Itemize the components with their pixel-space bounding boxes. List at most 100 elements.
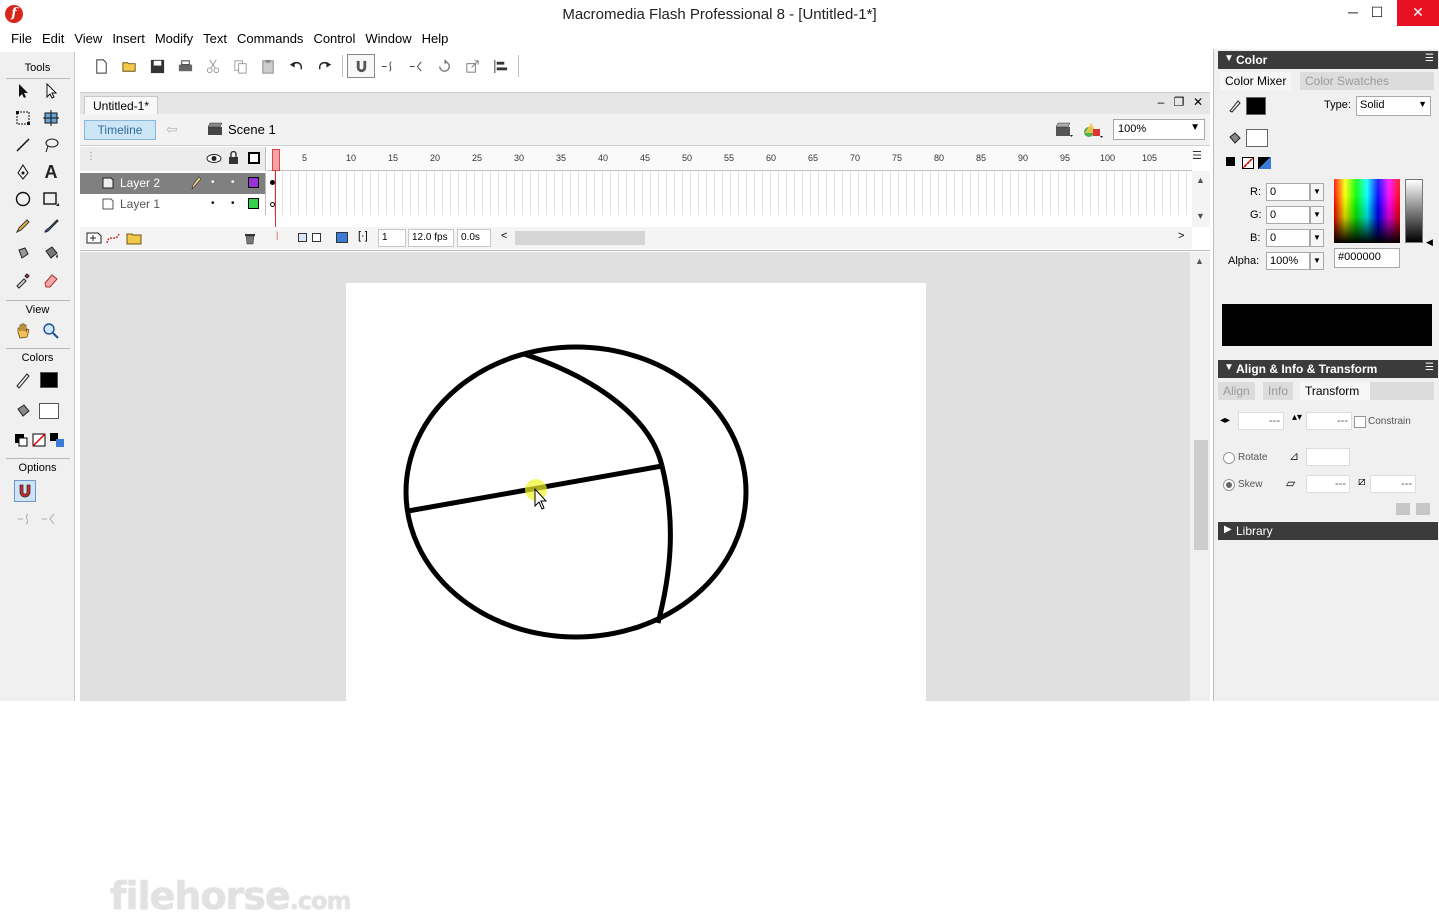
brightness-slider[interactable] [1405,179,1423,243]
stroke-color-swatch[interactable] [38,369,60,391]
frame-ruler[interactable]: 5 10 15 20 25 30 35 40 45 50 55 60 65 70… [267,147,1192,171]
color-panel-header[interactable]: ▼ Color ☰ [1218,51,1438,69]
ink-bottle-tool-icon[interactable] [12,242,34,264]
library-panel-header[interactable]: ▶ Library [1218,522,1438,540]
tab-info[interactable]: Info [1263,382,1294,400]
swap-colors-icon[interactable] [1258,157,1271,169]
menu-insert[interactable]: Insert [107,29,150,49]
red-input[interactable]: 0 [1266,183,1310,201]
print-icon[interactable] [171,54,199,78]
expand-triangle-icon[interactable]: ▶ [1224,524,1232,535]
stage-canvas[interactable] [346,283,926,701]
document-close-button[interactable]: ✕ [1189,95,1207,113]
selection-tool-icon[interactable] [12,80,34,102]
rectangle-tool-icon[interactable] [40,188,62,210]
curve-stroke[interactable] [655,465,673,624]
constrain-checkbox[interactable] [1354,416,1366,428]
layer-row-layer-2[interactable]: Layer 2 • • [80,173,266,194]
fill-type-select[interactable]: Solid ▼ [1356,96,1431,116]
menu-view[interactable]: View [69,29,107,49]
eraser-tool-icon[interactable] [40,269,62,291]
width-scale-input[interactable]: --- [1238,412,1284,430]
green-input[interactable]: 0 [1266,206,1310,224]
add-motion-guide-icon[interactable] [105,231,121,245]
onion-skin-icons[interactable] [298,231,328,245]
lock-all-icon[interactable] [228,151,239,165]
maximize-window-button[interactable]: ☐ [1357,0,1397,26]
skew-vertical-input[interactable]: --- [1370,475,1416,493]
visibility-dot[interactable]: • [211,177,215,188]
hand-tool-icon[interactable] [12,320,34,342]
brightness-arrow-icon[interactable]: ◀ [1426,237,1433,248]
chevron-down-icon[interactable]: ▼ [1310,206,1324,224]
layer-row-layer-1[interactable]: Layer 1 • • [80,194,266,215]
no-color-icon[interactable] [1242,157,1254,169]
snap-to-objects-icon[interactable] [347,54,375,78]
outline-all-icon[interactable] [248,152,260,164]
playhead[interactable] [272,149,280,171]
chevron-down-icon[interactable]: ▼ [1190,122,1200,133]
redo-icon[interactable] [310,54,338,78]
timeline-menu-icon[interactable]: ☰ [1192,149,1202,162]
edit-multiple-frames-icon[interactable] [336,232,348,243]
rotate-skew-icon[interactable] [431,54,459,78]
menu-control[interactable]: Control [308,29,360,49]
panel-options-icon[interactable]: ☰ [1425,362,1434,373]
chevron-down-icon[interactable]: ▼ [1310,229,1324,247]
layer-outline-color-box[interactable] [248,198,259,209]
frame-rate-field[interactable]: 12.0 fps [408,229,454,247]
panel-options-icon[interactable]: ☰ [1425,53,1434,64]
snap-to-objects-magnet-icon[interactable] [14,480,36,502]
scroll-up-icon[interactable]: ▲ [1196,175,1205,185]
drawing[interactable] [346,283,926,701]
document-restore-button[interactable]: ❐ [1170,95,1188,113]
eyedropper-tool-icon[interactable] [12,269,34,291]
skew-horizontal-input[interactable]: --- [1306,475,1350,493]
lock-dot[interactable]: • [231,198,235,209]
align-info-transform-header[interactable]: ▼ Align & Info & Transform ☰ [1218,360,1438,378]
tab-align[interactable]: Align [1218,382,1255,400]
straighten-icon[interactable] [403,54,431,78]
document-tab[interactable]: Untitled-1* [84,96,159,115]
text-tool-icon[interactable]: A [40,161,62,183]
zoom-select[interactable]: 100% ▼ [1113,119,1205,140]
new-document-icon[interactable] [88,54,116,78]
straighten-option-icon[interactable] [38,508,60,530]
menu-modify[interactable]: Modify [150,29,198,49]
reset-transform-icon[interactable] [1416,503,1430,515]
pen-tool-icon[interactable] [12,161,34,183]
show-hide-all-eye-icon[interactable] [206,153,222,164]
modify-onion-markers-icon[interactable]: [·] [358,230,368,242]
tab-transform[interactable]: Transform [1300,382,1370,400]
free-transform-tool-icon[interactable] [12,107,34,129]
timeline-vertical-scrollbar[interactable]: ▲ ▼ [1192,171,1210,227]
tab-color-mixer[interactable]: Color Mixer [1220,72,1292,90]
copy-and-apply-transform-icon[interactable] [1396,503,1410,515]
curve-stroke[interactable] [523,351,665,467]
scroll-right-icon[interactable]: > [1178,230,1184,242]
paint-bucket-tool-icon[interactable] [40,242,62,264]
stroke-color-swatch[interactable] [1246,97,1266,115]
smooth-icon[interactable] [375,54,403,78]
blue-input[interactable]: 0 [1266,229,1310,247]
cut-icon[interactable] [199,54,227,78]
edit-scene-icon[interactable] [1054,120,1074,140]
skew-radio[interactable] [1223,479,1235,491]
menu-window[interactable]: Window [360,29,416,49]
insert-layer-icon[interactable] [86,231,102,245]
scroll-up-icon[interactable]: ▲ [1195,256,1204,266]
close-window-button[interactable]: ✕ [1397,0,1439,26]
fill-color-swatch[interactable] [1246,129,1268,147]
pencil-tool-icon[interactable] [12,215,34,237]
zoom-tool-icon[interactable] [40,320,62,342]
drag-handle-icon[interactable]: ⋮ [86,151,96,162]
scroll-thumb[interactable] [1194,440,1208,550]
insert-layer-folder-icon[interactable] [126,231,142,245]
fill-transform-tool-icon[interactable] [40,107,62,129]
alpha-input[interactable]: 100% [1266,252,1310,270]
line-tool-icon[interactable] [12,134,34,156]
collapse-triangle-icon[interactable]: ▼ [1224,53,1234,64]
chevron-down-icon[interactable]: ▼ [1310,183,1324,201]
chevron-down-icon[interactable]: ▼ [1310,252,1324,270]
collapse-triangle-icon[interactable]: ▼ [1224,362,1234,373]
